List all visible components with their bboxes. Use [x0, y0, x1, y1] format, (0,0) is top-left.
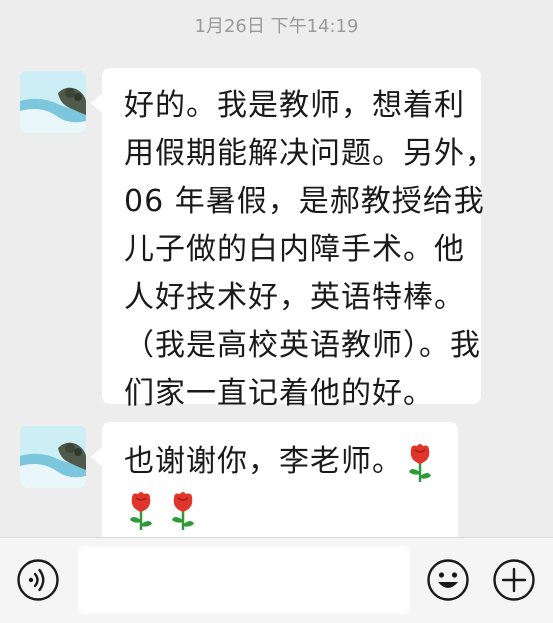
message-bubble[interactable]: 好的。我是教师，想着利 用假期能解决问题。另外， 06 年暑假，是郝教授给我 儿…: [91, 68, 496, 411]
message-line: 儿子做的白内障手术。他: [124, 232, 465, 267]
timestamp: 1月26日 下午14:19: [194, 16, 359, 37]
message-line: 们家一直记着他的好。: [124, 376, 434, 411]
beach-avatar-image: [20, 426, 86, 488]
message-line: 也谢谢你，李老师。: [124, 438, 448, 486]
message-line: 用假期能解决问题。另外，: [124, 136, 496, 171]
message-input[interactable]: [78, 546, 410, 614]
voice-icon[interactable]: [16, 558, 60, 602]
sender-avatar[interactable]: [20, 71, 86, 133]
rose-emoji-icon: [172, 491, 194, 530]
beach-avatar-image: [20, 71, 86, 133]
sender-avatar[interactable]: [20, 426, 86, 488]
message-text: 也谢谢你，李老师。: [124, 444, 403, 479]
rose-emoji-icon: [409, 443, 431, 482]
message-line: （我是高校英语教师）。我: [124, 328, 481, 363]
message-line: 好的。我是教师，想着利: [124, 88, 465, 123]
message-line: [124, 486, 448, 534]
message-line: 06 年暑假，是郝教授给我: [124, 184, 485, 219]
rose-emoji-icon: [130, 491, 152, 530]
plus-icon[interactable]: [492, 558, 536, 602]
message-line: 人好技术好，英语特棒。: [124, 280, 465, 315]
chat-input-bar: [0, 537, 553, 623]
emoji-icon[interactable]: [426, 558, 470, 602]
